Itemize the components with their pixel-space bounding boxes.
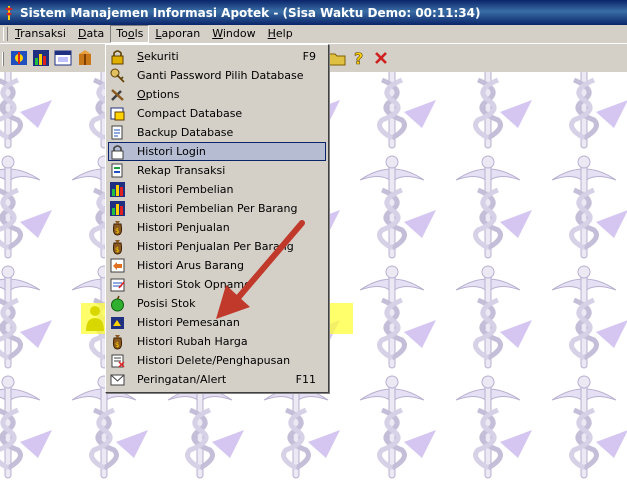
- chart-icon: [110, 182, 125, 197]
- menu-help[interactable]: Help: [262, 26, 299, 42]
- menu-item-label: Peringatan/Alert: [137, 373, 227, 386]
- svg-text:$: $: [115, 341, 119, 349]
- menu-item-shortcut: F11: [295, 373, 316, 386]
- menu-item-label: Backup Database: [137, 126, 234, 139]
- box-icon[interactable]: [76, 49, 94, 67]
- menu-item-ganti-password-pilih-database[interactable]: Ganti Password Pilih Database: [108, 66, 326, 85]
- menu-item-options[interactable]: Options: [108, 85, 326, 104]
- svg-text:$: $: [115, 246, 119, 254]
- menu-laporan-label: aporan: [161, 27, 201, 40]
- menu-tools[interactable]: Tools: [110, 25, 150, 43]
- caduceus-tile: [0, 262, 56, 372]
- caduceus-tile: [440, 152, 536, 262]
- menu-transaksi[interactable]: Transaksi: [0, 26, 72, 42]
- menu-help-label: elp: [275, 27, 293, 40]
- flow-icon: [110, 258, 125, 273]
- person-icon: [86, 306, 104, 331]
- caduceus-tile: [536, 72, 627, 152]
- caduceus-tile: [0, 72, 56, 152]
- caduceus-tile: [440, 262, 536, 372]
- menu-window-accel: W: [212, 27, 223, 40]
- folder-icon[interactable]: [328, 49, 346, 67]
- menu-item-label: Posisi Stok: [137, 297, 196, 310]
- money-bag-icon: $: [112, 221, 123, 236]
- menu-item-backup-database[interactable]: Backup Database: [108, 123, 326, 142]
- apple-icon: [111, 295, 124, 312]
- menu-item-label: Options: [137, 88, 179, 101]
- menu-help-accel: H: [267, 27, 276, 40]
- caduceus-tile: [0, 152, 56, 262]
- menu-laporan[interactable]: Laporan: [149, 26, 206, 42]
- menu-item-label: Histori Rubah Harga: [137, 335, 248, 348]
- window-icon[interactable]: [54, 49, 72, 67]
- money-bag-icon: $: [112, 240, 123, 255]
- menu-item-label: Histori Delete/Penghapusan: [137, 354, 291, 367]
- menu-tools-label: ls: [134, 27, 144, 40]
- menu-window-label: indow: [222, 27, 256, 40]
- menu-item-accel: S: [137, 50, 144, 63]
- menu-data[interactable]: Data: [72, 26, 110, 42]
- window-title: Sistem Manajemen Informasi Apotek - (Sis…: [20, 5, 481, 20]
- caduceus-tile: [344, 262, 440, 372]
- menu-item-label: Ganti Password Pilih Database: [137, 69, 304, 82]
- svg-text:?: ?: [354, 49, 363, 67]
- menu-window[interactable]: Window: [206, 26, 261, 42]
- menu-item-histori-login[interactable]: Histori Login: [108, 142, 326, 161]
- lock-icon: [111, 50, 124, 65]
- menu-item-label: Histori Pembelian Per Barang: [137, 202, 298, 215]
- compact-icon: [110, 107, 125, 121]
- document-icon: [111, 163, 123, 178]
- menu-item-text: ptions: [145, 88, 180, 101]
- toolbar-grip: [2, 52, 4, 66]
- arrow-annotation: [216, 220, 305, 319]
- network-icon[interactable]: [10, 49, 28, 67]
- caduceus-tile: [344, 72, 440, 152]
- menu-item-rekap-transaksi[interactable]: Rekap Transaksi: [108, 161, 326, 180]
- svg-text:$: $: [115, 227, 119, 235]
- close-icon[interactable]: [372, 49, 390, 67]
- login-lock-icon: [111, 145, 124, 160]
- money-bag-icon: $: [112, 335, 123, 350]
- alert-icon: [110, 374, 125, 386]
- order-icon: [111, 317, 124, 329]
- caduceus-tile: [536, 152, 627, 262]
- menu-item-peringatan-alert[interactable]: Peringatan/Alert F11: [108, 370, 326, 389]
- delete-icon: [111, 354, 125, 368]
- key-icon: [110, 68, 125, 83]
- app-icon: [5, 5, 13, 20]
- help-icon[interactable]: ?: [350, 49, 368, 67]
- chart-icon[interactable]: [32, 49, 50, 67]
- caduceus-tile: [344, 152, 440, 262]
- caduceus-tile: [440, 372, 536, 482]
- caduceus-tile: [344, 372, 440, 482]
- caduceus-tile: [536, 262, 627, 372]
- menu-tools-pre: To: [116, 27, 128, 40]
- menu-data-label: ata: [86, 27, 105, 40]
- menu-bar: Transaksi Data Tools Laporan Window Help: [0, 25, 627, 43]
- menu-item-label: Rekap Transaksi: [137, 164, 226, 177]
- menu-item-sekuriti[interactable]: Sekuriti F9: [108, 47, 326, 66]
- menu-tools-accel: o: [127, 27, 135, 40]
- chart-icon: [110, 201, 125, 216]
- stock-opname-icon: [110, 278, 125, 292]
- menu-item-text: ekuriti: [143, 50, 179, 63]
- menu-item-compact-database[interactable]: Compact Database: [108, 104, 326, 123]
- menu-item-label: Sekuriti: [137, 50, 179, 63]
- menu-item-label: Histori Pembelian: [137, 183, 234, 196]
- caduceus-tile: [0, 372, 56, 482]
- menu-item-shortcut: F9: [302, 50, 316, 63]
- caduceus-tile: [536, 372, 627, 482]
- backup-icon: [111, 125, 123, 140]
- tools-icon: [111, 89, 124, 101]
- menu-item-label: Histori Login: [137, 145, 206, 158]
- menu-item-histori-delete-penghapusan[interactable]: Histori Delete/Penghapusan: [108, 351, 326, 370]
- menu-transaksi-label: ransaksi: [20, 27, 66, 40]
- caduceus-tile: [440, 72, 536, 152]
- title-bar: Sistem Manajemen Informasi Apotek - (Sis…: [0, 0, 627, 25]
- menu-item-accel: O: [137, 88, 146, 101]
- menu-item-label: Compact Database: [137, 107, 243, 120]
- menu-item-histori-rubah-harga[interactable]: $ Histori Rubah Harga: [108, 332, 326, 351]
- menu-item-histori-pembelian[interactable]: Histori Pembelian: [108, 180, 326, 199]
